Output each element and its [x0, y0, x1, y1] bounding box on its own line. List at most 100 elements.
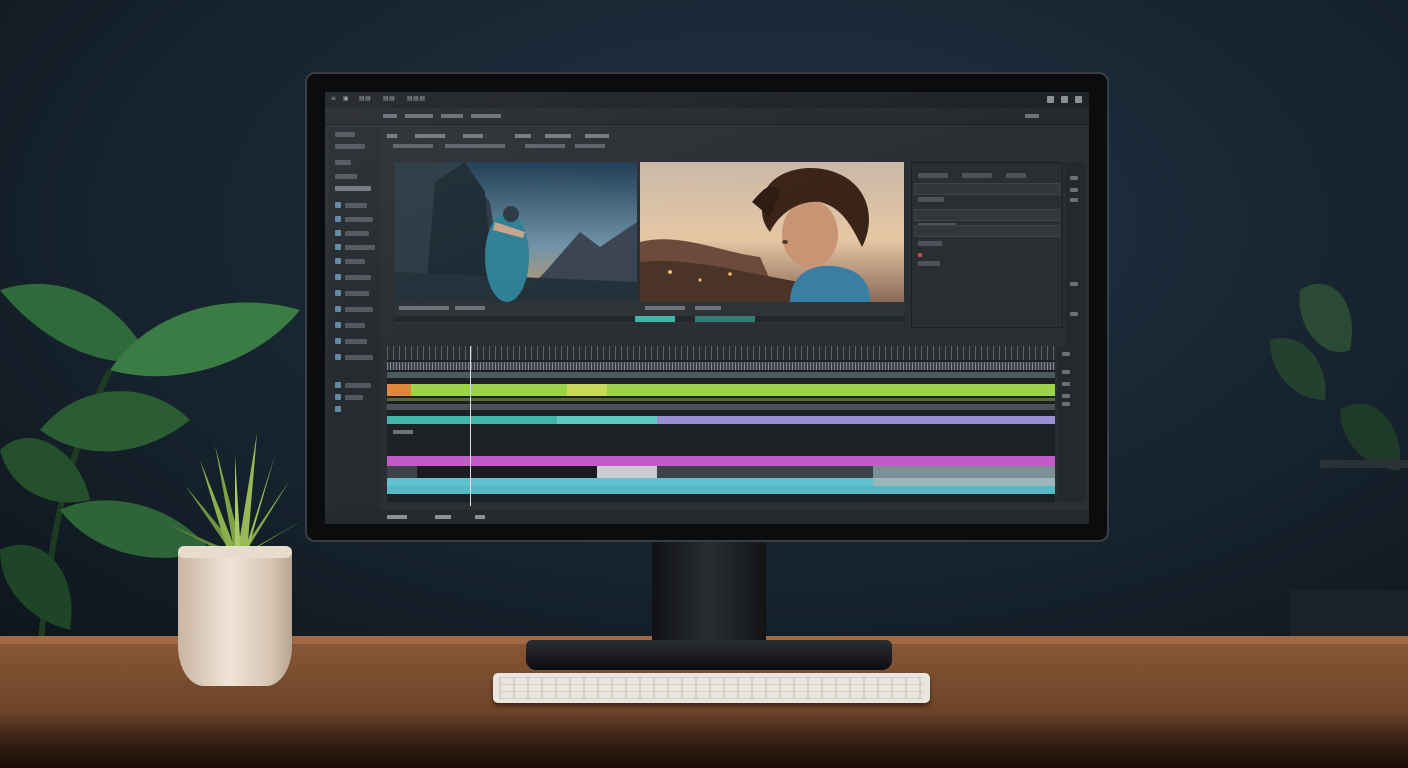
tool-button[interactable]: [1070, 312, 1078, 316]
inspector-field[interactable]: [914, 209, 1060, 221]
inspector-panel: [911, 162, 1063, 328]
tool-icon-7[interactable]: [393, 144, 433, 148]
keyboard-keys: [499, 677, 924, 699]
folder-icon[interactable]: [335, 202, 341, 208]
track-control[interactable]: [1062, 394, 1070, 398]
clip-icon[interactable]: [335, 290, 341, 296]
menu-item-3[interactable]: ▤▤: [383, 95, 395, 102]
status-controls[interactable]: [387, 515, 407, 519]
status-zoom[interactable]: [475, 515, 485, 519]
scrub-range-teal[interactable]: [635, 316, 675, 322]
minimize-icon[interactable]: [1047, 96, 1054, 103]
toolbar-button-3[interactable]: [441, 114, 463, 118]
media-item[interactable]: [345, 323, 365, 328]
tool-icon-3[interactable]: [463, 134, 483, 138]
program-controls[interactable]: [695, 306, 721, 310]
status-playback[interactable]: [435, 515, 451, 519]
media-item[interactable]: [345, 291, 369, 296]
track-control[interactable]: [1062, 370, 1070, 374]
video-lavender-clip[interactable]: [657, 416, 1055, 424]
clip-icon[interactable]: [335, 244, 341, 250]
track-control[interactable]: [1062, 402, 1070, 406]
media-item[interactable]: [345, 203, 367, 208]
timeline-ruler[interactable]: [387, 346, 1055, 360]
track-divider: [387, 398, 1055, 401]
audio-waveform-track[interactable]: [387, 362, 1055, 370]
inspector-field[interactable]: [914, 225, 1060, 237]
media-item[interactable]: [345, 383, 371, 388]
scrub-range-teal[interactable]: [695, 316, 755, 322]
toolbar-button-2[interactable]: [405, 114, 433, 118]
tool-icon-9[interactable]: [525, 144, 565, 148]
track-control[interactable]: [1062, 352, 1070, 356]
media-item[interactable]: [345, 339, 367, 344]
video-cyan-grey-clip[interactable]: [873, 478, 1055, 486]
audio-green-track[interactable]: [387, 384, 1055, 396]
source-viewer[interactable]: [395, 162, 637, 302]
maximize-icon[interactable]: [1061, 96, 1068, 103]
tool-icon-6[interactable]: [585, 134, 609, 138]
inspector-tab[interactable]: [1006, 173, 1026, 178]
close-icon[interactable]: [1075, 96, 1082, 103]
track-control[interactable]: [1062, 382, 1070, 386]
audio-icon[interactable]: [335, 306, 341, 312]
editor-titlebar: ≡ ▣ ▤▤ ▤▤ ▤▤▤: [325, 92, 1089, 108]
video-grey-clip[interactable]: [873, 466, 1055, 478]
audio-track-lower[interactable]: [387, 372, 1055, 378]
tool-icon-1[interactable]: [387, 134, 397, 138]
media-item[interactable]: [345, 275, 371, 280]
track-label: [393, 430, 413, 434]
menu-item-4[interactable]: ▤▤▤: [407, 95, 426, 102]
timeline-panel[interactable]: [387, 346, 1055, 502]
media-item[interactable]: [345, 355, 373, 360]
clip-highlight-segment[interactable]: [567, 384, 607, 396]
video-track-empty[interactable]: [387, 404, 1055, 410]
toolbar-button-1[interactable]: [383, 114, 397, 118]
effect-icon[interactable]: [335, 382, 341, 388]
audio-icon[interactable]: [335, 338, 341, 344]
media-item[interactable]: [345, 245, 375, 250]
tool-button[interactable]: [1070, 198, 1078, 202]
clip-orange-segment[interactable]: [387, 384, 411, 396]
clip-icon[interactable]: [335, 230, 341, 236]
tool-icon-8[interactable]: [445, 144, 505, 148]
menu-item-1[interactable]: ▣: [343, 95, 349, 102]
video-cyan-track-2[interactable]: [387, 486, 1055, 494]
effect-icon[interactable]: [335, 394, 341, 400]
tool-icon-5[interactable]: [545, 134, 571, 138]
panel-tab[interactable]: [335, 144, 365, 149]
menu-item-2[interactable]: ▤▤: [359, 95, 371, 102]
media-item[interactable]: [345, 217, 373, 222]
clip-icon[interactable]: [335, 274, 341, 280]
media-item[interactable]: [345, 259, 365, 264]
video-magenta-track[interactable]: [387, 456, 1055, 466]
source-controls[interactable]: [455, 306, 485, 310]
media-bin-selected[interactable]: [335, 186, 371, 191]
background-plant-right: [1270, 283, 1408, 650]
inspector-label: [918, 241, 942, 246]
toolbar-button-4[interactable]: [471, 114, 501, 118]
tool-icon-2[interactable]: [415, 134, 445, 138]
program-viewer[interactable]: [640, 162, 904, 302]
tool-button[interactable]: [1070, 176, 1078, 180]
timeline-playhead[interactable]: [470, 346, 471, 506]
media-item[interactable]: [345, 395, 363, 400]
video-teal-clip[interactable]: [387, 416, 557, 424]
tool-button[interactable]: [1070, 282, 1078, 286]
video-white-segment[interactable]: [597, 466, 657, 478]
tool-button[interactable]: [1070, 188, 1078, 192]
inspector-field[interactable]: [914, 183, 1060, 195]
toolbar-settings-icon[interactable]: [1025, 114, 1039, 118]
audio-icon[interactable]: [335, 322, 341, 328]
clip-icon[interactable]: [335, 258, 341, 264]
media-item[interactable]: [345, 231, 369, 236]
tool-icon-4[interactable]: [515, 134, 531, 138]
effect-icon[interactable]: [335, 406, 341, 412]
desk-shadow: [0, 712, 1408, 768]
inspector-tab[interactable]: [962, 173, 992, 178]
video-teal-clip-2[interactable]: [557, 416, 657, 424]
folder-icon[interactable]: [335, 216, 341, 222]
media-item[interactable]: [345, 307, 373, 312]
effect-icon[interactable]: [335, 354, 341, 360]
tool-icon-10[interactable]: [575, 144, 605, 148]
